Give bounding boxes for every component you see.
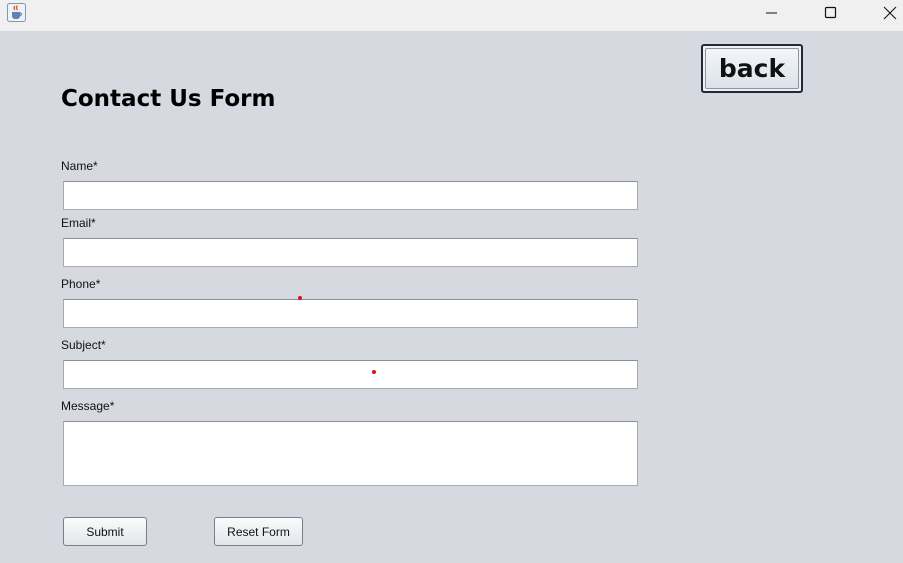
back-button[interactable]: back	[701, 44, 803, 93]
close-icon	[883, 6, 897, 20]
page-title: Contact Us Form	[61, 86, 276, 112]
phone-field[interactable]	[63, 299, 638, 328]
email-label: Email*	[61, 216, 96, 230]
minimize-button[interactable]	[749, 0, 795, 31]
subject-field[interactable]	[63, 360, 638, 389]
reset-form-button[interactable]: Reset Form	[214, 517, 303, 546]
close-button[interactable]	[867, 0, 903, 31]
maximize-button[interactable]	[808, 0, 854, 31]
back-button-label: back	[705, 48, 799, 89]
application-window: back Contact Us Form Name* Email* Phone*…	[0, 0, 903, 563]
name-label: Name*	[61, 159, 98, 173]
java-cup-icon[interactable]	[7, 3, 26, 22]
message-label: Message*	[61, 399, 115, 413]
maximize-icon	[824, 6, 837, 19]
red-marker-dot	[372, 370, 376, 374]
title-bar	[0, 0, 903, 31]
subject-label: Subject*	[61, 338, 106, 352]
message-textarea[interactable]	[63, 421, 638, 486]
phone-label: Phone*	[61, 277, 101, 291]
minimize-icon	[766, 12, 777, 14]
email-field[interactable]	[63, 238, 638, 267]
submit-button[interactable]: Submit	[63, 517, 147, 546]
name-field[interactable]	[63, 181, 638, 210]
red-marker-dot	[298, 296, 302, 300]
